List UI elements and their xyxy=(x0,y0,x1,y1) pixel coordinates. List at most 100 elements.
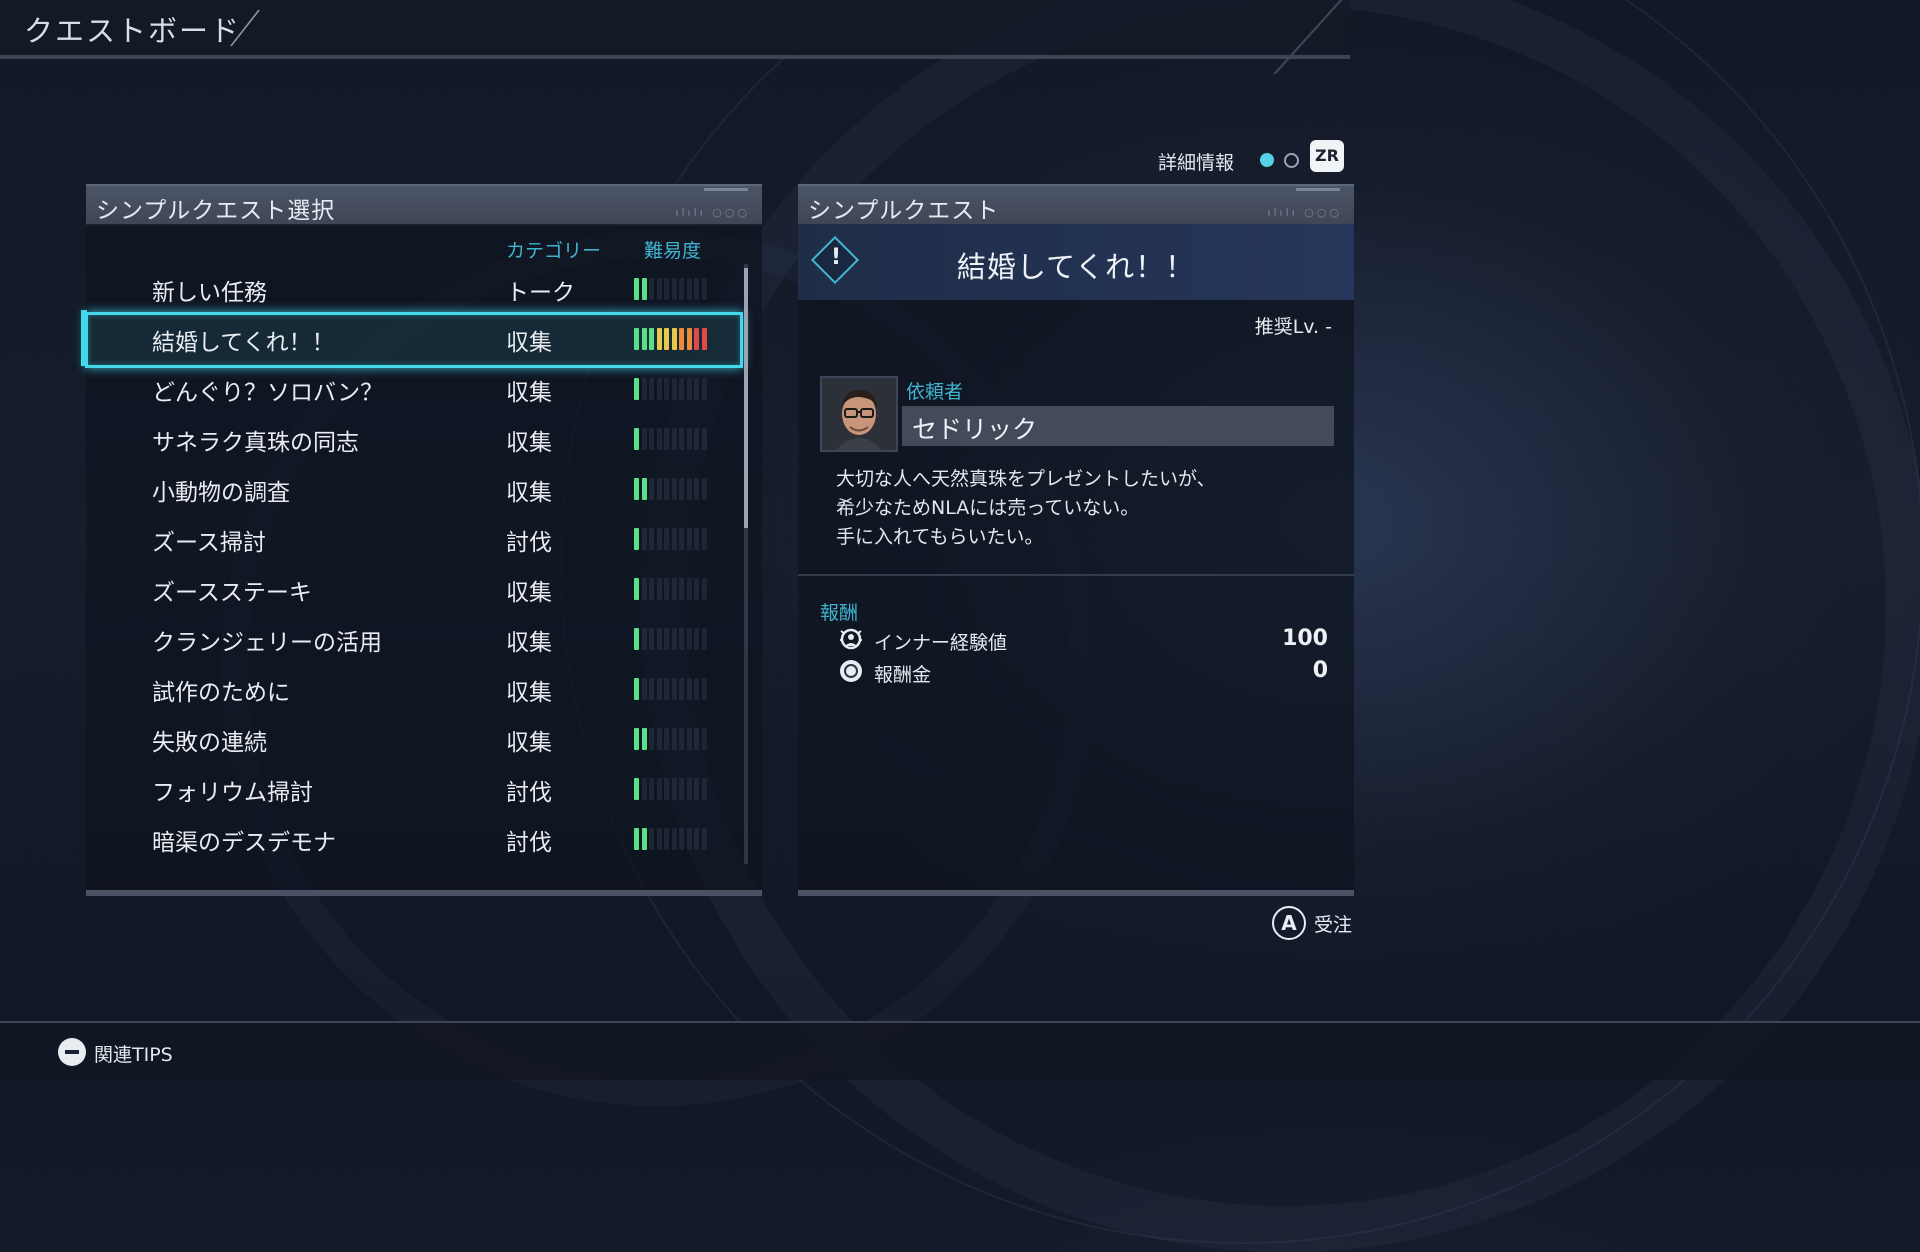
difficulty-bar-empty xyxy=(686,728,692,750)
description-line: 大切な人へ天然真珠をプレゼントしたいが、 xyxy=(836,468,1216,490)
difficulty-bar-empty xyxy=(701,478,707,500)
difficulty-bar-empty xyxy=(686,528,692,550)
difficulty-bar-empty xyxy=(664,778,669,800)
quest-list-item[interactable]: 小動物の調査 収集 xyxy=(86,463,726,511)
difficulty-bar-empty xyxy=(649,528,654,550)
difficulty-bar-filled xyxy=(634,728,639,750)
difficulty-bar-empty xyxy=(656,728,662,750)
quest-list-item[interactable]: 試作のために 収集 xyxy=(86,663,726,711)
difficulty-bar-empty xyxy=(679,578,684,600)
difficulty-bar-empty xyxy=(701,578,707,600)
difficulty-bar-empty xyxy=(649,428,654,450)
reward-label: 報酬 xyxy=(820,602,859,624)
difficulty-bar-empty xyxy=(694,828,699,850)
difficulty-bar-empty xyxy=(694,278,699,300)
difficulty-bar-filled xyxy=(686,328,692,350)
quest-name: 結婚してくれ！！ xyxy=(956,250,1196,284)
quest-name: 小動物の調査 xyxy=(152,480,290,506)
page-indicator-inactive xyxy=(1284,153,1299,168)
difficulty-column-header: 難易度 xyxy=(644,240,702,262)
difficulty-bar-empty xyxy=(686,578,692,600)
difficulty-bar-empty xyxy=(656,478,662,500)
difficulty-bar-empty xyxy=(656,828,662,850)
quest-name: ズース掃討 xyxy=(152,530,266,556)
zr-button-icon[interactable]: ZR xyxy=(1310,140,1344,172)
quest-category: 収集 xyxy=(506,380,552,406)
client-name: セドリック xyxy=(912,415,1038,444)
difficulty-bar-empty xyxy=(664,678,669,700)
difficulty-bar-empty xyxy=(664,828,669,850)
description-line: 希少なためNLAには売っていない。 xyxy=(836,497,1140,519)
quest-category: 討伐 xyxy=(506,530,552,556)
difficulty-bar-filled xyxy=(641,278,647,300)
quest-list-item[interactable]: 暗渠のデスデモナ 討伐 xyxy=(86,813,726,861)
quest-list-item[interactable]: フォリウム掃討 討伐 xyxy=(86,763,726,811)
difficulty-bar-empty xyxy=(656,578,662,600)
difficulty-bar-empty xyxy=(671,528,677,550)
difficulty-bar-empty xyxy=(694,478,699,500)
reward-row: インナー経験値 100 xyxy=(838,626,1328,656)
minus-button-icon xyxy=(58,1038,86,1066)
quest-list-item[interactable]: 失敗の連続 収集 xyxy=(86,713,726,761)
difficulty-bar-filled xyxy=(634,428,639,450)
difficulty-bar-empty xyxy=(649,678,654,700)
inner-exp-icon xyxy=(840,628,862,650)
difficulty-bar-filled xyxy=(679,328,684,350)
quest-list-item[interactable]: クランジェリーの活用 収集 xyxy=(86,613,726,661)
difficulty-bar-empty xyxy=(656,428,662,450)
difficulty-bar-empty xyxy=(671,578,677,600)
quest-list-item[interactable]: サネラク真珠の同志 収集 xyxy=(86,413,726,461)
reward-label-text: インナー経験値 xyxy=(874,632,1008,654)
quest-list-item[interactable]: 結婚してくれ！！ 収集 xyxy=(86,313,726,361)
difficulty-bar-filled xyxy=(634,578,639,600)
quest-name: クランジェリーの活用 xyxy=(152,630,382,656)
difficulty-bar-empty xyxy=(686,278,692,300)
quest-list-item[interactable]: 新しい任務 トーク xyxy=(86,263,726,311)
header-bar: クエストボード xyxy=(0,0,1920,74)
difficulty-bar-empty xyxy=(664,478,669,500)
difficulty-bar-empty xyxy=(686,778,692,800)
quest-select-header: シンプルクエスト選択 ılılı ○○○ xyxy=(86,184,762,226)
quest-detail-header: シンプルクエスト ılılı ○○○ xyxy=(798,184,1354,226)
quest-name: 結婚してくれ！！ xyxy=(152,330,335,356)
difficulty-bar-empty xyxy=(671,278,677,300)
difficulty-bar-filled xyxy=(634,378,639,400)
difficulty-bar-empty xyxy=(694,428,699,450)
quest-detail-panel: シンプルクエスト ılılı ○○○ ! 結婚してくれ！！ 推奨Lv. - 依頼… xyxy=(798,184,1354,896)
difficulty-bar-filled xyxy=(701,328,707,350)
difficulty-bar-filled xyxy=(641,478,647,500)
category-column-header: カテゴリー xyxy=(506,240,602,262)
difficulty-bar-empty xyxy=(664,528,669,550)
difficulty-bar-empty xyxy=(679,378,684,400)
quest-category: 討伐 xyxy=(506,830,552,856)
quest-category: 収集 xyxy=(506,480,552,506)
difficulty-bar-filled xyxy=(656,328,662,350)
difficulty-bar-filled xyxy=(664,328,669,350)
difficulty-bar-empty xyxy=(671,728,677,750)
difficulty-bar-empty xyxy=(679,278,684,300)
difficulty-bar-empty xyxy=(686,478,692,500)
client-avatar xyxy=(820,376,898,452)
quest-list-item[interactable]: ズース掃討 討伐 xyxy=(86,513,726,561)
quest-category: 収集 xyxy=(506,680,552,706)
quest-category: 収集 xyxy=(506,730,552,756)
quest-name: フォリウム掃討 xyxy=(152,780,313,806)
difficulty-bar-empty xyxy=(641,628,647,650)
difficulty-bar-empty xyxy=(656,678,662,700)
difficulty-bar-empty xyxy=(679,778,684,800)
quest-name: サネラク真珠の同志 xyxy=(152,430,359,456)
quest-list-item[interactable]: ズースステーキ 収集 xyxy=(86,563,726,611)
difficulty-bar-empty xyxy=(649,378,654,400)
scrollbar-thumb[interactable] xyxy=(744,268,748,528)
quest-list-item[interactable]: どんぐり？ソロバン？ 収集 xyxy=(86,363,726,411)
difficulty-bar-filled xyxy=(641,828,647,850)
difficulty-bar-empty xyxy=(679,678,684,700)
difficulty-bar-empty xyxy=(671,478,677,500)
difficulty-bar-empty xyxy=(671,378,677,400)
quest-category: 収集 xyxy=(506,630,552,656)
quest-category: 収集 xyxy=(506,580,552,606)
difficulty-bar-filled xyxy=(641,328,647,350)
coin-icon xyxy=(840,660,862,682)
difficulty-bar-empty xyxy=(656,528,662,550)
recommended-level: 推奨Lv. - xyxy=(1254,316,1332,338)
